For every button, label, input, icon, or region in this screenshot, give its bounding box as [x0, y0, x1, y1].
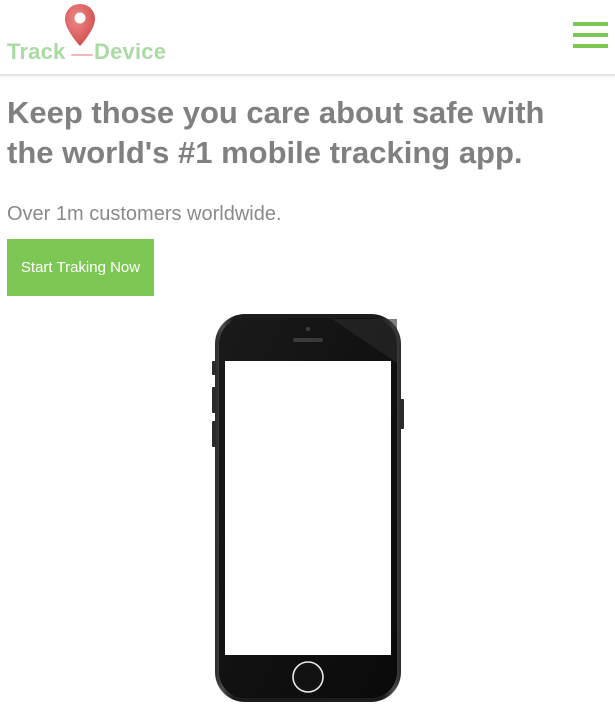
logo-divider [71, 54, 93, 56]
hero-headline-line1: Keep those you care about safe with [7, 95, 545, 130]
logo-text-device: Device [94, 39, 167, 64]
start-tracking-button[interactable]: Start Traking Now [7, 239, 154, 296]
menu-bar [573, 44, 608, 48]
site-header: Track Device [0, 0, 615, 76]
smartphone-mockup [212, 314, 404, 702]
logo[interactable]: Track Device [7, 2, 167, 66]
hero-headline: Keep those you care about safe with the … [7, 93, 607, 173]
menu-bar [573, 22, 608, 26]
map-pin-icon [65, 4, 95, 46]
hamburger-menu-icon[interactable] [571, 20, 609, 52]
hero-subline: Over 1m customers worldwide. [7, 203, 282, 225]
hero-headline-line2: the world's #1 mobile tracking app. [7, 135, 523, 170]
logo-text-track: Track [7, 39, 66, 64]
menu-bar [573, 33, 608, 37]
